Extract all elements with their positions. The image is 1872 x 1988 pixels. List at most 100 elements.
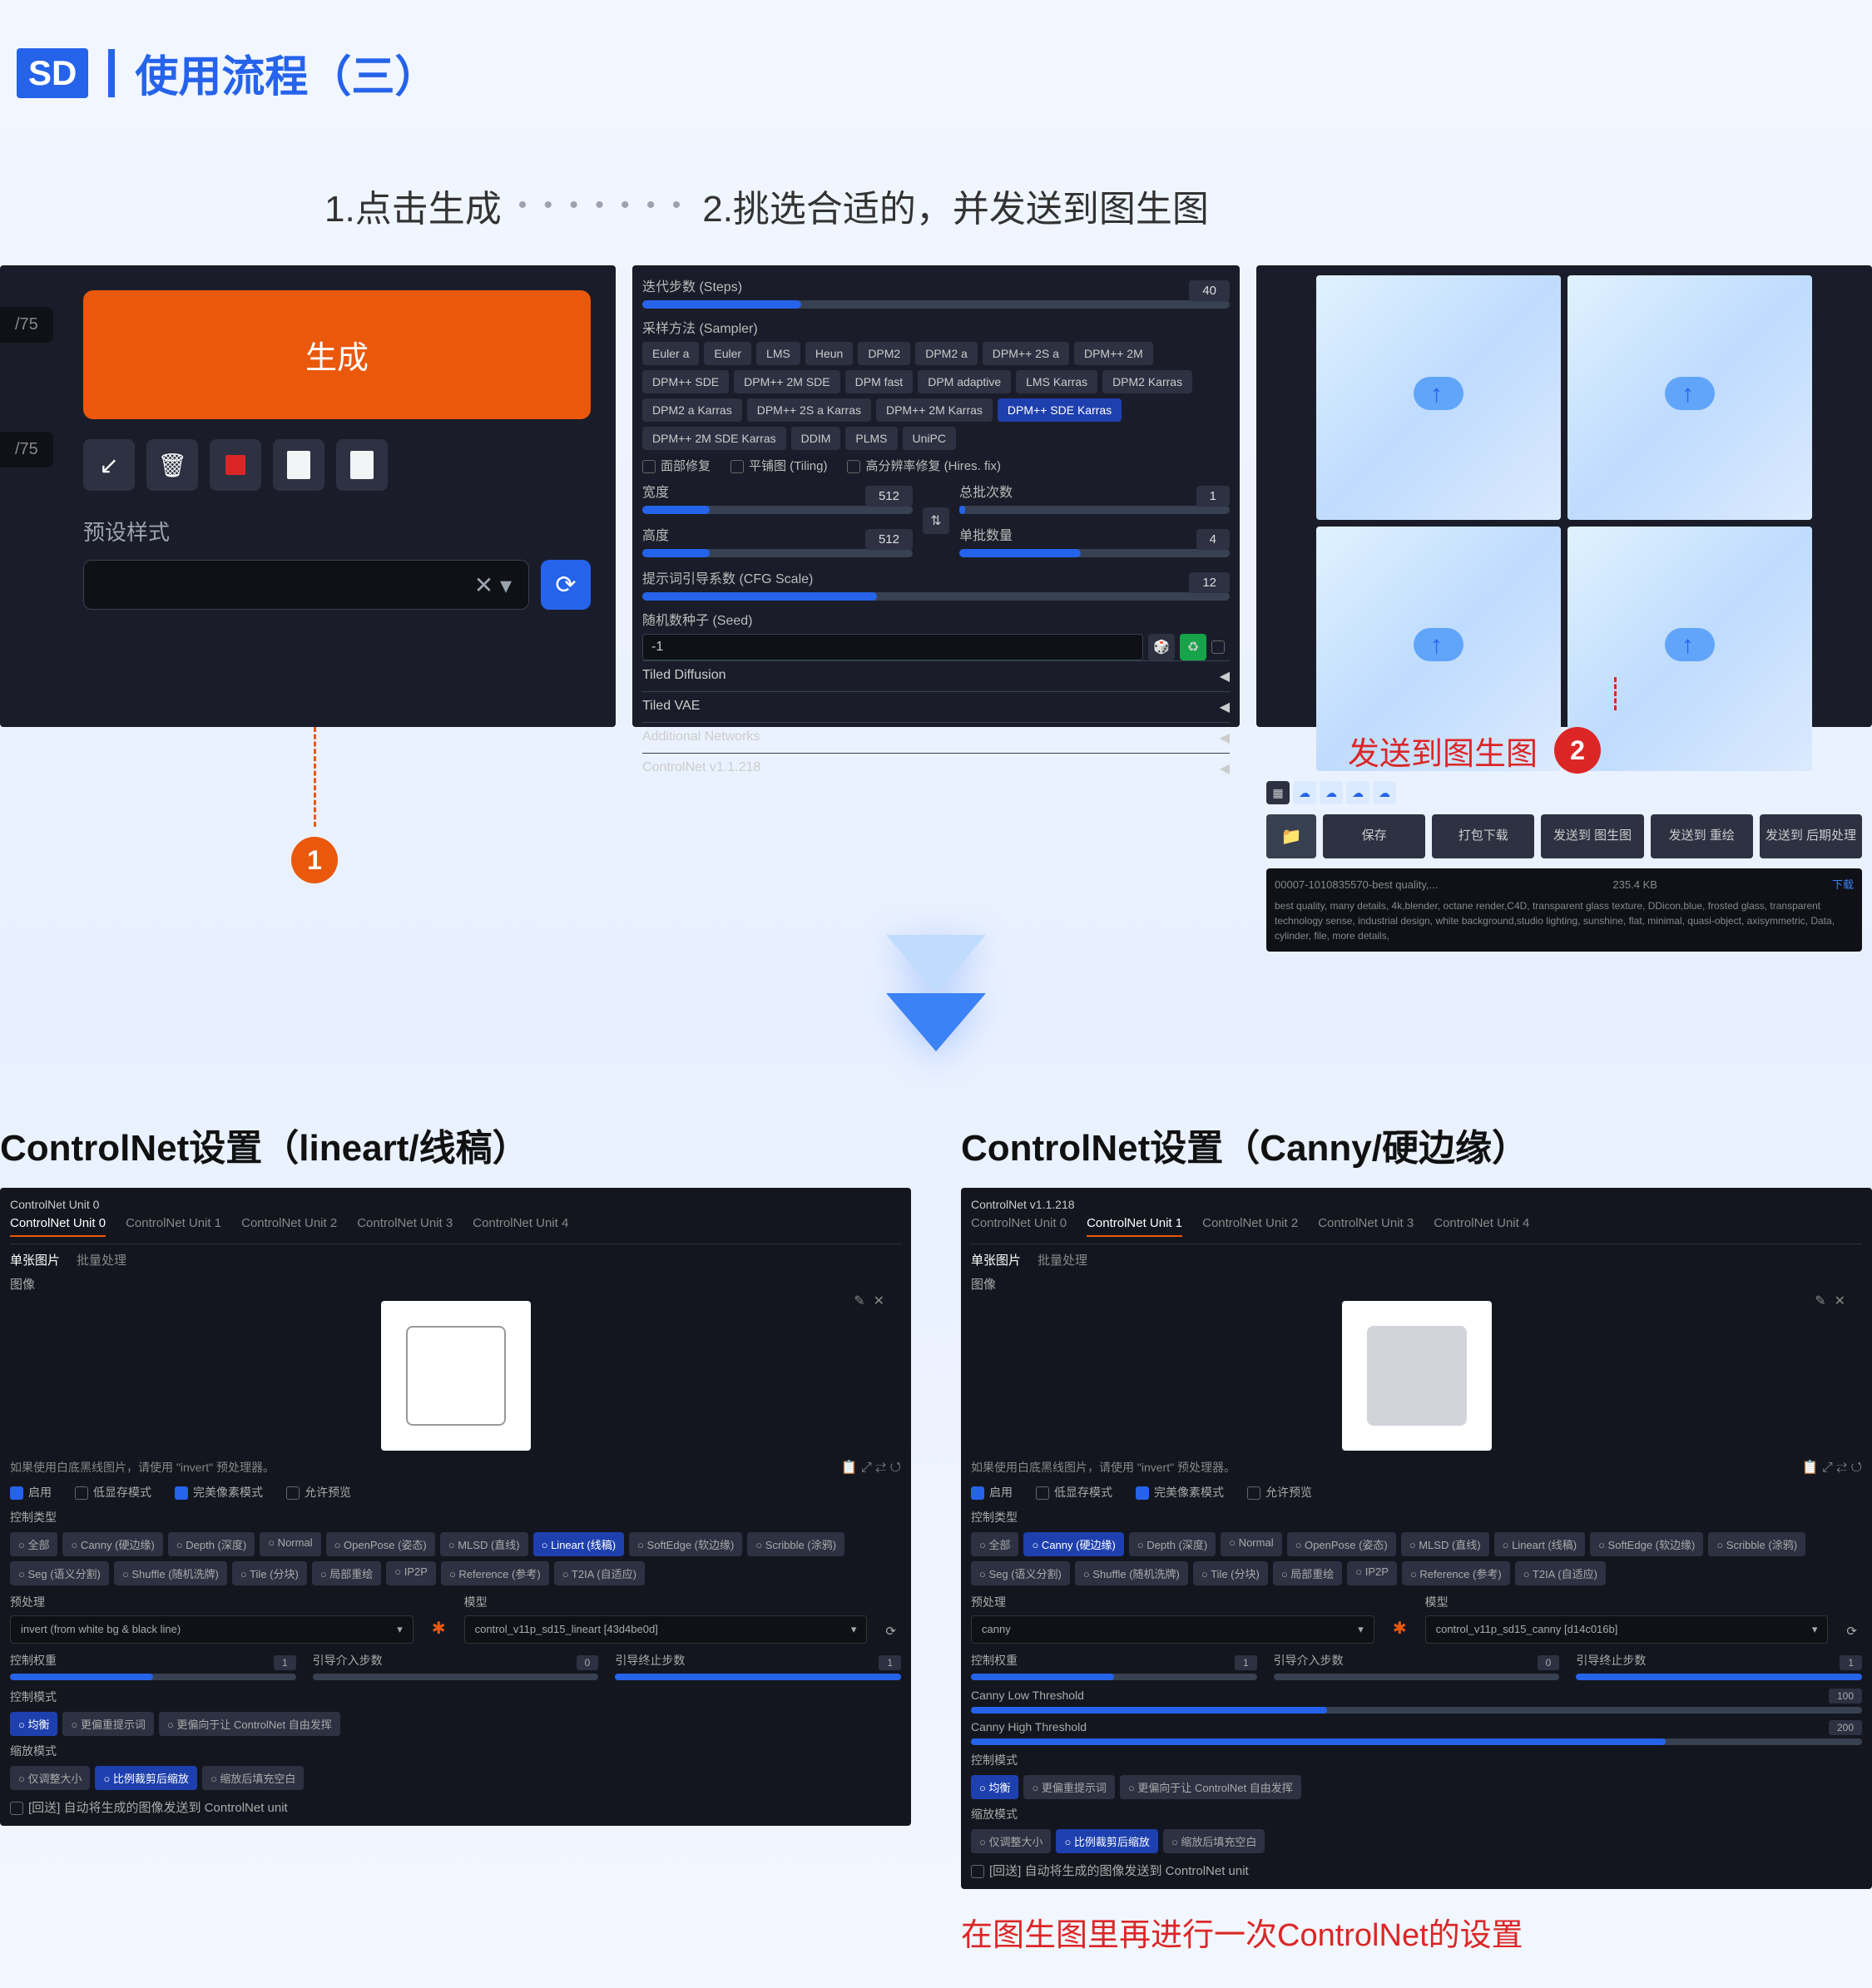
type-Canny (硬边缘)[interactable]: ○ Canny (硬边缘): [1023, 1532, 1123, 1556]
chk-lowvram[interactable]: 低显存模式: [75, 1484, 151, 1501]
sampler-UniPC[interactable]: UniPC: [903, 427, 956, 450]
mode-0[interactable]: ○ 均衡: [971, 1775, 1018, 1799]
canny-low-slider[interactable]: 100: [971, 1707, 1862, 1714]
file-icon-1[interactable]: [273, 439, 324, 491]
sampler-DDIM[interactable]: DDIM: [791, 427, 841, 450]
subtab-single-r[interactable]: 单张图片: [971, 1251, 1021, 1268]
weight-slider-r[interactable]: 1: [971, 1674, 1257, 1680]
sampler-DPM-2M-SDE-Karras[interactable]: DPM++ 2M SDE Karras: [642, 427, 786, 450]
chk-lowvram-r[interactable]: 低显存模式: [1036, 1484, 1112, 1501]
chk-enable-r[interactable]: 启用: [971, 1484, 1013, 1501]
start-slider[interactable]: 0: [313, 1674, 599, 1680]
chk-pixelperfect-r[interactable]: 完美像素模式: [1136, 1484, 1224, 1501]
type-Normal[interactable]: ○ Normal: [260, 1532, 320, 1556]
type-Lineart (线稿)[interactable]: ○ Lineart (线稿): [1494, 1532, 1585, 1556]
canny-high-slider[interactable]: 200: [971, 1738, 1862, 1745]
output-image-2[interactable]: [1567, 275, 1812, 520]
preproc-select[interactable]: invert (from white bg & black line)▾: [10, 1615, 414, 1644]
type-Canny (硬边缘)[interactable]: ○ Canny (硬边缘): [62, 1532, 162, 1556]
cn-input-image-r[interactable]: [1342, 1301, 1492, 1451]
red-square-icon[interactable]: [210, 439, 261, 491]
type-Reference (参考)[interactable]: ○ Reference (参考): [1402, 1561, 1510, 1585]
chk-preview[interactable]: 允许预览: [286, 1484, 351, 1501]
type-SoftEdge (软边缘)[interactable]: ○ SoftEdge (软边缘): [1590, 1532, 1703, 1556]
type-Lineart (线稿)[interactable]: ○ Lineart (线稿): [533, 1532, 624, 1556]
mode-1[interactable]: ○ 更偏重提示词: [62, 1712, 153, 1736]
type-Seg (语义分割)[interactable]: ○ Seg (语义分割): [10, 1561, 109, 1585]
refresh-model-icon-r[interactable]: ⟳: [1841, 1619, 1862, 1644]
sampler-DPM-2M-SDE[interactable]: DPM++ 2M SDE: [734, 370, 839, 393]
model-select[interactable]: control_v11p_sd15_lineart [43d4be0d]▾: [464, 1615, 868, 1644]
resize-1[interactable]: ○ 比例裁剪后缩放: [1056, 1829, 1157, 1853]
tiling-check[interactable]: 平铺图 (Tiling): [730, 457, 827, 474]
type-局部重绘[interactable]: ○ 局部重绘: [312, 1561, 381, 1585]
hires-check[interactable]: 高分辨率修复 (Hires. fix): [847, 457, 1001, 474]
accordion-Tiled-VAE[interactable]: Tiled VAE◀: [642, 691, 1230, 722]
model-select-r[interactable]: control_v11p_sd15_canny [d14c016b]▾: [1425, 1615, 1829, 1644]
seed-input[interactable]: -1: [642, 634, 1143, 660]
refresh-button[interactable]: ⟳: [541, 560, 591, 610]
sampler-DPM-adaptive[interactable]: DPM adaptive: [918, 370, 1011, 393]
sampler-LMS-Karras[interactable]: LMS Karras: [1016, 370, 1097, 393]
loopback-check[interactable]: [10, 1802, 23, 1815]
weight-slider[interactable]: 1: [10, 1674, 296, 1680]
refresh-model-icon[interactable]: ⟳: [880, 1619, 901, 1644]
steps-slider[interactable]: 40: [642, 300, 1230, 309]
type-Reference (参考)[interactable]: ○ Reference (参考): [441, 1561, 549, 1585]
type-T2IA (自适应)[interactable]: ○ T2IA (自适应): [554, 1561, 645, 1585]
sampler-PLMS[interactable]: PLMS: [845, 427, 897, 450]
sampler-Heun[interactable]: Heun: [805, 342, 853, 365]
edit-icon[interactable]: ✎: [854, 1293, 864, 1309]
sampler-DPM-2S-a[interactable]: DPM++ 2S a: [983, 342, 1069, 365]
type-Shuffle (随机洗牌)[interactable]: ○ Shuffle (随机洗牌): [1075, 1561, 1188, 1585]
cn-tab-0[interactable]: ControlNet Unit 0: [10, 1216, 106, 1237]
start-slider-r[interactable]: 0: [1274, 1674, 1560, 1680]
type-IP2P[interactable]: ○ IP2P: [1347, 1561, 1397, 1585]
sampler-DPM2-Karras[interactable]: DPM2 Karras: [1102, 370, 1192, 393]
resize-0[interactable]: ○ 仅调整大小: [971, 1829, 1051, 1853]
cn-input-image[interactable]: [381, 1301, 531, 1451]
extra-check[interactable]: [1211, 640, 1225, 654]
mode-2[interactable]: ○ 更偏向于让 ControlNet 自由发挥: [1120, 1775, 1301, 1799]
type-OpenPose (姿态)[interactable]: ○ OpenPose (姿态): [1287, 1532, 1396, 1556]
sampler-DPM-fast[interactable]: DPM fast: [845, 370, 914, 393]
cn-tab-4[interactable]: ControlNet Unit 4: [1434, 1216, 1529, 1237]
subtab-batch[interactable]: 批量处理: [77, 1251, 126, 1268]
swap-dims-button[interactable]: ⇅: [923, 507, 949, 534]
height-slider[interactable]: 512: [642, 549, 913, 557]
type-Normal[interactable]: ○ Normal: [1221, 1532, 1281, 1556]
cn-tab-3[interactable]: ControlNet Unit 3: [1318, 1216, 1414, 1237]
type-IP2P[interactable]: ○ IP2P: [386, 1561, 436, 1585]
subtab-single[interactable]: 单张图片: [10, 1251, 60, 1268]
chk-enable[interactable]: 启用: [10, 1484, 52, 1501]
preproc-select-r[interactable]: canny▾: [971, 1615, 1374, 1644]
sampler-DPM2-a[interactable]: DPM2 a: [915, 342, 978, 365]
sampler-DPM-2S-a-Karras[interactable]: DPM++ 2S a Karras: [747, 398, 871, 422]
loopback-check-r[interactable]: [971, 1865, 984, 1878]
resize-2[interactable]: ○ 缩放后填充空白: [1163, 1829, 1265, 1853]
mode-1[interactable]: ○ 更偏重提示词: [1023, 1775, 1114, 1799]
resize-1[interactable]: ○ 比例裁剪后缩放: [95, 1766, 196, 1790]
batch-count-slider[interactable]: 1: [959, 506, 1230, 514]
mode-2[interactable]: ○ 更偏向于让 ControlNet 自由发挥: [159, 1712, 340, 1736]
accordion-Tiled-Diffusion[interactable]: Tiled Diffusion◀: [642, 660, 1230, 691]
preset-select[interactable]: ✕ ▾: [83, 560, 529, 610]
type-局部重绘[interactable]: ○ 局部重绘: [1273, 1561, 1342, 1585]
dice-button[interactable]: 🎲: [1148, 634, 1175, 660]
chk-pixelperfect[interactable]: 完美像素模式: [175, 1484, 263, 1501]
type-Depth (深度)[interactable]: ○ Depth (深度): [168, 1532, 255, 1556]
end-slider[interactable]: 1: [615, 1674, 901, 1680]
type-Scribble (涂鸦)[interactable]: ○ Scribble (涂鸦): [1708, 1532, 1805, 1556]
batch-size-slider[interactable]: 4: [959, 549, 1230, 557]
output-image-1[interactable]: [1316, 275, 1561, 520]
cn-tab-3[interactable]: ControlNet Unit 3: [357, 1216, 453, 1237]
sampler-DPM-2M-Karras[interactable]: DPM++ 2M Karras: [876, 398, 993, 422]
type-OpenPose (姿态)[interactable]: ○ OpenPose (姿态): [326, 1532, 435, 1556]
sampler-DPM-SDE[interactable]: DPM++ SDE: [642, 370, 729, 393]
type-Tile (分块)[interactable]: ○ Tile (分块): [1193, 1561, 1268, 1585]
type-全部[interactable]: ○ 全部: [10, 1532, 57, 1556]
type-Seg (语义分割)[interactable]: ○ Seg (语义分割): [971, 1561, 1070, 1585]
mode-0[interactable]: ○ 均衡: [10, 1712, 57, 1736]
sampler-DPM2-a-Karras[interactable]: DPM2 a Karras: [642, 398, 742, 422]
chk-preview-r[interactable]: 允许预览: [1247, 1484, 1312, 1501]
